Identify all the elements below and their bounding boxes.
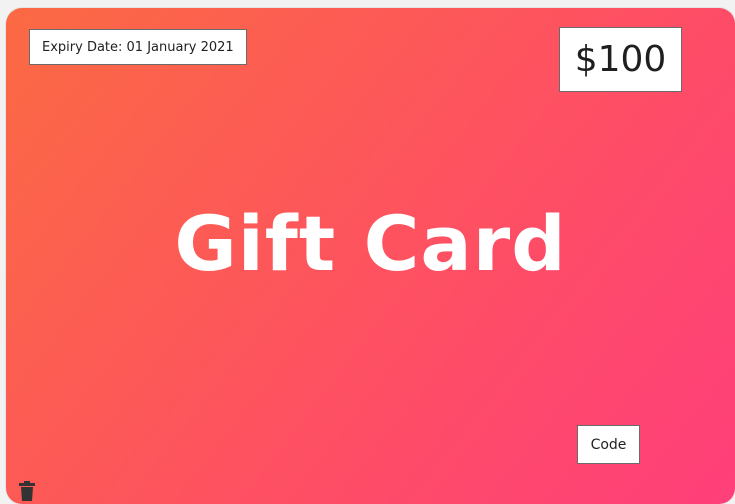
trash-icon[interactable]	[19, 481, 35, 501]
gift-card: Expiry Date: 01 January 2021 $100 Gift C…	[6, 8, 735, 504]
code-button[interactable]: Code	[577, 425, 640, 464]
gift-card-title: Gift Card	[174, 199, 567, 288]
gift-card-amount: $100	[559, 27, 682, 92]
trash-icon-graphic	[19, 481, 35, 501]
expiry-date-label: Expiry Date: 01 January 2021	[29, 29, 247, 65]
